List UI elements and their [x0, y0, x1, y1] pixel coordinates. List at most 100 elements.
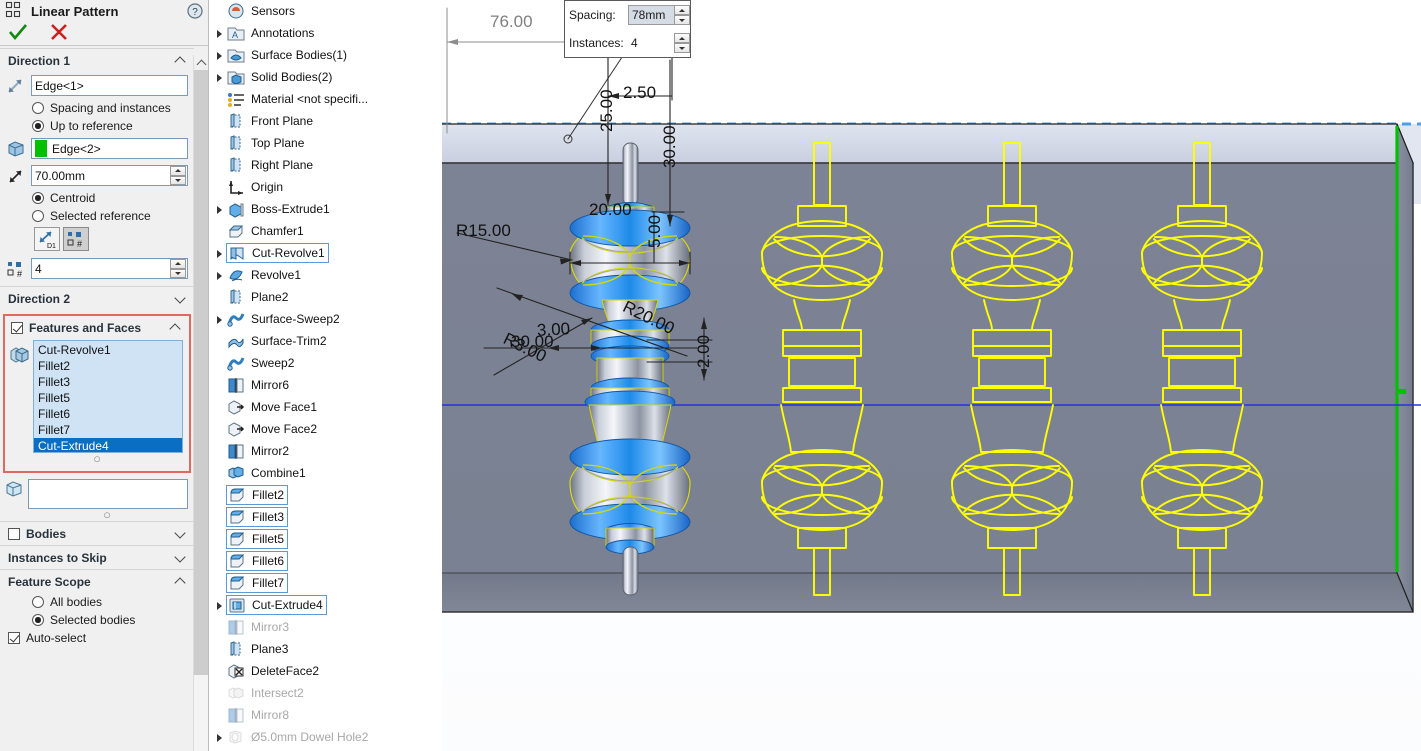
expand-arrow-icon[interactable] — [212, 246, 226, 260]
tree-node-content[interactable]: Surface Bodies(1) — [226, 46, 347, 64]
dim-2p50[interactable]: 2.50 — [623, 83, 656, 103]
tree-node-surface-trim2[interactable]: Surface-Trim2 — [210, 330, 442, 352]
expand-arrow-icon[interactable] — [212, 730, 226, 744]
stepper-down[interactable] — [674, 15, 690, 25]
radio-centroid[interactable]: Centroid — [0, 189, 194, 207]
spacing-input[interactable]: 78mm — [628, 5, 674, 25]
tree-node-origin[interactable]: Origin — [210, 176, 442, 198]
dim-overall-width[interactable]: 76.00 — [490, 12, 533, 32]
tree-node-fillet3[interactable]: Fillet3 — [210, 506, 442, 528]
tree-node-content[interactable]: Material <not specifi... — [226, 90, 368, 108]
features-faces-list-item[interactable]: Fillet7 — [34, 422, 182, 438]
tree-node-content[interactable]: Mirror2 — [226, 442, 289, 460]
stepper-down[interactable] — [674, 43, 690, 53]
tree-node-mirror2[interactable]: Mirror2 — [210, 440, 442, 462]
spacing-instances-popup[interactable]: Spacing: 78mm Instances: 4 — [564, 0, 691, 58]
tree-node-plane3[interactable]: Plane3 — [210, 638, 442, 660]
features-faces-list-item[interactable]: Cut-Revolve1 — [34, 342, 182, 358]
tree-node-fillet5[interactable]: Fillet5 — [210, 528, 442, 550]
tree-node-mirror8[interactable]: Mirror8 — [210, 704, 442, 726]
stepper-down[interactable] — [170, 268, 186, 278]
tree-node-cut-revolve1[interactable]: Cut-Revolve1 — [210, 242, 442, 264]
tree-node-content[interactable]: Solid Bodies(2) — [226, 68, 332, 86]
tree-node-sensors[interactable]: Sensors — [210, 0, 442, 22]
expand-arrow-icon[interactable] — [212, 268, 226, 282]
dim-2[interactable]: 2.00 — [694, 335, 714, 368]
tree-node-content[interactable]: Plane3 — [226, 640, 288, 658]
tree-node-front-plane[interactable]: Front Plane — [210, 110, 442, 132]
features-faces-list-item[interactable]: Cut-Extrude4 — [34, 438, 182, 452]
stepper-up[interactable] — [674, 5, 690, 15]
tree-node-content[interactable]: Mirror8 — [226, 706, 289, 724]
tree-node-move-face2[interactable]: Move Face2 — [210, 418, 442, 440]
tree-node-sweep2[interactable]: Sweep2 — [210, 352, 442, 374]
tree-node-content[interactable]: Fillet3 — [226, 507, 289, 527]
offset-stepper[interactable] — [170, 166, 186, 185]
chevron-up-icon[interactable] — [174, 575, 188, 589]
tree-node-content[interactable]: Move Face2 — [226, 420, 317, 438]
tree-node-content[interactable]: Ø5.0mm Dowel Hole2 — [226, 728, 368, 746]
tree-node-mirror3[interactable]: Mirror3 — [210, 616, 442, 638]
expand-arrow-icon[interactable] — [212, 48, 226, 62]
resize-grip[interactable]: ○ — [20, 508, 194, 521]
expand-arrow-icon[interactable] — [212, 312, 226, 326]
tree-node-content[interactable]: Revolve1 — [226, 266, 301, 284]
tree-node-content[interactable]: Fillet6 — [226, 551, 289, 571]
tree-node-fillet6[interactable]: Fillet6 — [210, 550, 442, 572]
stepper-up[interactable] — [170, 259, 186, 269]
radius-15[interactable]: R15.00 — [456, 221, 511, 241]
tree-node-content[interactable]: Fillet2 — [226, 485, 289, 505]
tree-node-content[interactable]: Front Plane — [226, 112, 313, 130]
section-instances-to-skip[interactable]: Instances to Skip — [0, 545, 194, 569]
section-features-and-faces[interactable]: Features and Faces — [5, 316, 189, 340]
tree-node-content[interactable]: Boss-Extrude1 — [226, 200, 330, 218]
radio-selected-reference[interactable]: Selected reference — [0, 207, 194, 225]
tree-node-fillet2[interactable]: Fillet2 — [210, 484, 442, 506]
bodies-checkbox[interactable] — [8, 527, 20, 540]
tree-node-content[interactable]: Right Plane — [226, 156, 313, 174]
tree-node-content[interactable]: Fillet7 — [226, 573, 289, 593]
expand-arrow-icon[interactable] — [212, 26, 226, 40]
tree-node-content[interactable]: Surface-Trim2 — [226, 332, 327, 350]
tree-node-content[interactable]: Plane2 — [226, 288, 288, 306]
stepper-up[interactable] — [674, 33, 690, 43]
features-and-faces-list[interactable]: Cut-Revolve1 Fillet2 Fillet3 Fillet5 Fillet6… — [33, 340, 183, 453]
tree-node-content[interactable]: Sweep2 — [226, 354, 294, 372]
help-icon[interactable]: ? — [187, 3, 203, 19]
chevron-down-icon[interactable] — [174, 292, 188, 306]
scroll-up-button[interactable] — [194, 55, 208, 70]
tree-node-intersect2[interactable]: Intersect2 — [210, 682, 442, 704]
instances-stepper[interactable] — [674, 33, 690, 53]
tree-node-surface-bodies-1[interactable]: Surface Bodies(1) — [210, 44, 442, 66]
dim-30[interactable]: 30.00 — [660, 125, 680, 168]
cancel-button[interactable] — [50, 23, 68, 44]
auto-select-checkbox[interactable] — [8, 632, 20, 644]
expand-arrow-icon[interactable] — [212, 70, 226, 84]
feature-tree[interactable]: Sensors A Annotations Surface Bodies(1) Soli… — [210, 0, 442, 751]
section-bodies[interactable]: Bodies — [0, 521, 194, 545]
tree-node-content[interactable]: Move Face1 — [226, 398, 317, 416]
tree-node-solid-bodies-2[interactable]: Solid Bodies(2) — [210, 66, 442, 88]
section-direction-2[interactable]: Direction 2 — [0, 286, 194, 310]
section-feature-scope[interactable]: Feature Scope — [0, 569, 194, 593]
tree-node-mirror6[interactable]: Mirror6 — [210, 374, 442, 396]
tree-node-content[interactable]: Mirror3 — [226, 618, 289, 636]
instance-count-button[interactable]: # — [63, 227, 89, 251]
tree-node-combine1[interactable]: Combine1 — [210, 462, 442, 484]
chevron-up-icon[interactable] — [169, 321, 183, 335]
resize-grip[interactable]: ○ — [5, 452, 189, 465]
accept-button[interactable] — [8, 23, 28, 44]
dim-5[interactable]: 5.00 — [645, 215, 665, 248]
expand-arrow-icon[interactable] — [212, 202, 226, 216]
tree-node-content[interactable]: DeleteFace2 — [226, 662, 319, 680]
offset-distance-button[interactable]: D1 — [34, 227, 60, 251]
tree-node-move-face1[interactable]: Move Face1 — [210, 396, 442, 418]
instances-stepper[interactable] — [170, 259, 186, 278]
section-direction-1[interactable]: Direction 1 — [0, 48, 194, 72]
tree-node-material-not-specifi[interactable]: Material <not specifi... — [210, 88, 442, 110]
radio-all-bodies[interactable]: All bodies — [0, 593, 194, 611]
features-faces-list-item[interactable]: Fillet3 — [34, 374, 182, 390]
spacing-stepper[interactable] — [674, 5, 690, 25]
features-and-faces-checkbox[interactable] — [11, 322, 23, 334]
direction1-instances-input[interactable]: 4 — [31, 258, 188, 279]
